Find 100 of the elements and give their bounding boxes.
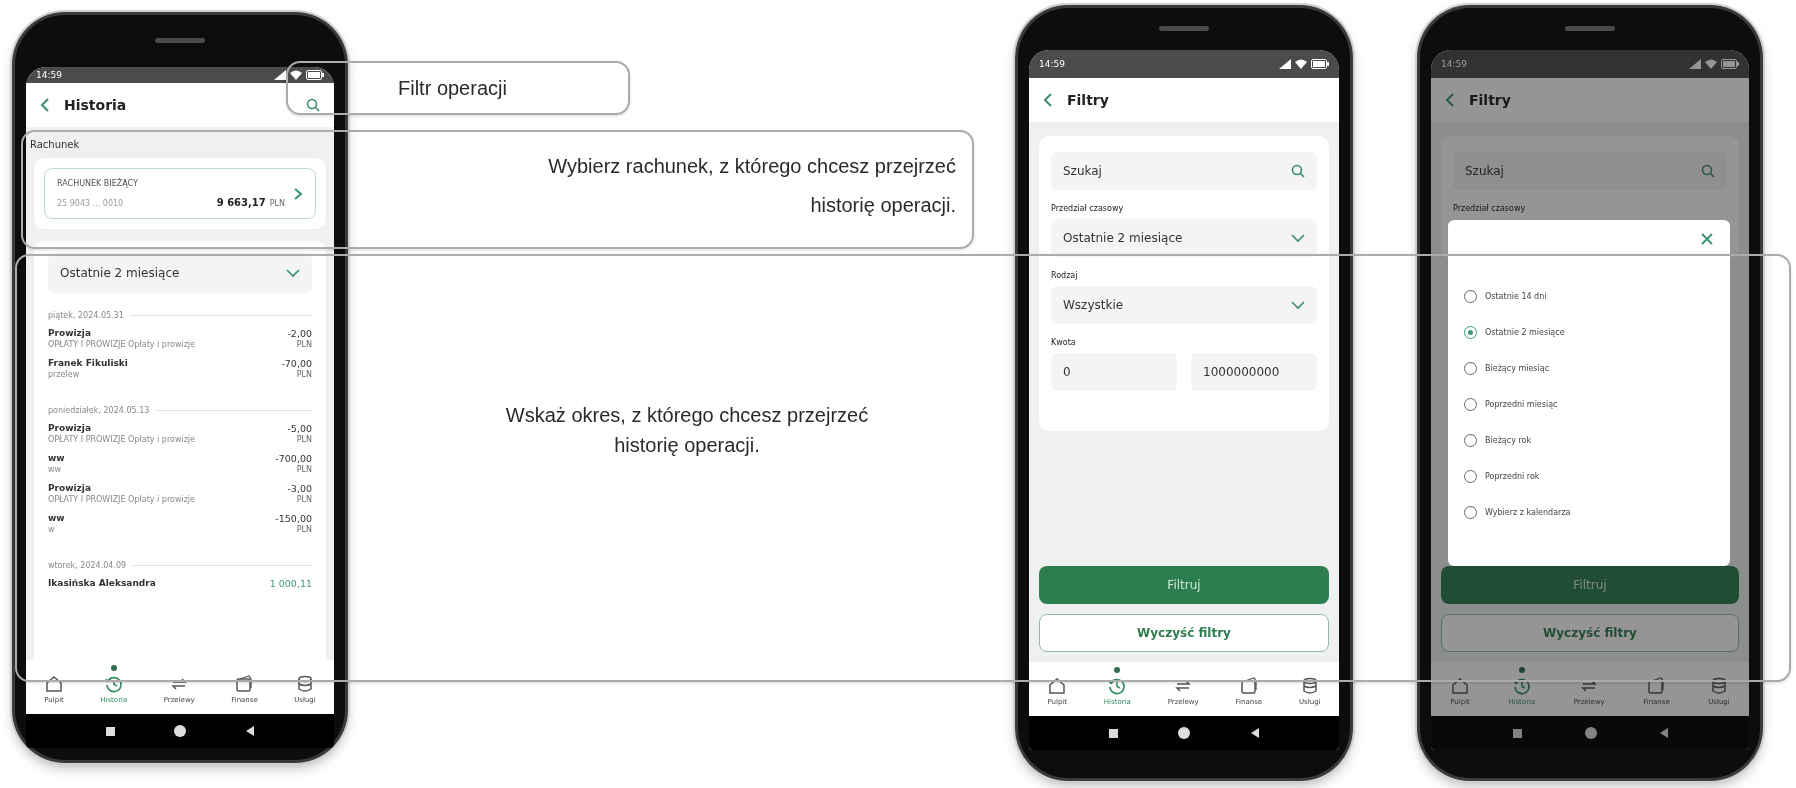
- battery-icon: [1311, 59, 1329, 69]
- section-label: Rachunek: [30, 139, 80, 150]
- field-label: Przedział czasowy: [1051, 204, 1125, 213]
- account-card[interactable]: RACHUNEK BIEŻĄCY 25 9043 ... 0010 9 663,17 PLN: [44, 168, 316, 219]
- account-name: RACHUNEK BIEŻĄCY: [57, 179, 139, 188]
- select-field[interactable]: Wszystkie: [1051, 286, 1317, 324]
- radio-option[interactable]: Poprzedni miesiąc: [1464, 398, 1714, 411]
- status-time: 14:59: [1039, 59, 1065, 69]
- currency-label: PLN: [296, 525, 312, 534]
- transaction-amount: -150,00: [275, 513, 312, 524]
- database-icon: [295, 674, 314, 693]
- period-dropdown[interactable]: Ostatnie 2 miesiące: [48, 253, 312, 293]
- radio-option[interactable]: Wybierz z kalendarza: [1464, 506, 1714, 519]
- date-label: wtorek, 2024.04.09: [48, 561, 127, 570]
- chevron-down-icon: [286, 268, 300, 278]
- search-icon[interactable]: [306, 98, 320, 112]
- amount-field[interactable]: 1000000000: [1191, 353, 1317, 391]
- transaction-amount: -70,00: [281, 358, 312, 369]
- home-button-icon[interactable]: [174, 725, 187, 737]
- system-back-icon[interactable]: [1250, 728, 1259, 738]
- search-icon[interactable]: [1701, 164, 1715, 178]
- back-icon[interactable]: [1043, 92, 1053, 108]
- radio-option[interactable]: Bieżący rok: [1464, 434, 1714, 447]
- database-icon: [1709, 676, 1728, 695]
- callout-text: Wskaż okres, z którego chcesz przejrzeć historię operacji.: [504, 403, 870, 458]
- currency-label: PLN: [269, 199, 285, 208]
- filter-button[interactable]: Filtruj: [1039, 566, 1329, 604]
- signal-icon: [1689, 59, 1701, 69]
- transaction-title: ww: [48, 513, 65, 523]
- home-icon: [1048, 676, 1067, 695]
- currency-label: PLN: [296, 370, 312, 379]
- radio-option[interactable]: Ostatnie 14 dni: [1464, 290, 1714, 303]
- close-icon[interactable]: [1700, 232, 1714, 246]
- wallet-icon: [235, 674, 254, 693]
- field-label: Przedział czasowy: [1453, 204, 1527, 213]
- currency-label: PLN: [296, 340, 312, 349]
- system-back-icon[interactable]: [246, 726, 255, 736]
- recent-apps-icon[interactable]: [1109, 728, 1119, 738]
- signal-icon: [274, 70, 286, 80]
- search-field[interactable]: Szukaj: [1453, 152, 1727, 190]
- transaction-category: OPŁATY I PROWIZJE Opłaty i prowizje: [48, 435, 195, 444]
- speaker-grille: [155, 38, 205, 43]
- currency-label: PLN: [296, 495, 312, 504]
- clear-button[interactable]: Wyczyść filtry: [1039, 614, 1329, 652]
- transaction-title: Prowizja: [48, 423, 92, 433]
- date-label: piątek, 2024.05.31: [48, 311, 124, 320]
- back-icon[interactable]: [1445, 92, 1455, 108]
- screen-title: Filtry: [1067, 92, 1110, 108]
- transaction-amount: -5,00: [287, 423, 312, 434]
- transaction-title: Prowizja: [48, 483, 92, 493]
- chevron-right-icon: [293, 186, 303, 201]
- account-balance: 9 663,17: [216, 197, 266, 208]
- wifi-icon: [1705, 59, 1717, 69]
- transaction-category: przelew: [48, 370, 81, 379]
- wifi-icon: [290, 70, 302, 80]
- transaction-title: Franek Fikuliski: [48, 358, 128, 368]
- back-icon[interactable]: [40, 97, 50, 113]
- clock-icon: [1512, 676, 1531, 695]
- search-field[interactable]: Szukaj: [1051, 152, 1317, 190]
- select-field[interactable]: Ostatnie 2 miesiące: [1051, 219, 1317, 257]
- status-time: 14:59: [36, 70, 62, 80]
- home-icon: [1451, 676, 1469, 695]
- wifi-icon: [1295, 59, 1307, 69]
- currency-label: PLN: [296, 435, 312, 444]
- currency-label: PLN: [296, 465, 312, 474]
- transaction-title: ww: [48, 453, 65, 463]
- search-icon[interactable]: [1291, 164, 1305, 178]
- radio-option[interactable]: Ostatnie 2 miesiące: [1464, 326, 1714, 339]
- clock-icon: [104, 674, 123, 693]
- status-time: 14:59: [1441, 59, 1467, 69]
- field-label: Rodzaj: [1051, 271, 1079, 280]
- radio-option[interactable]: Poprzedni rok: [1464, 470, 1714, 483]
- transaction-title: Prowizja: [48, 328, 92, 338]
- wallet-icon: [1647, 676, 1666, 695]
- transaction-category: w: [48, 525, 56, 534]
- home-button-icon[interactable]: [1178, 727, 1191, 739]
- callout-text: Filtr operacji: [398, 76, 508, 101]
- signal-icon: [1279, 59, 1291, 69]
- transaction-amount: 1 000,11: [269, 578, 312, 589]
- database-icon: [1300, 676, 1319, 695]
- transaction-amount: -3,00: [287, 483, 312, 494]
- wallet-icon: [1239, 676, 1258, 695]
- transaction-amount: -700,00: [275, 453, 312, 464]
- transaction-title: Ikasińska Aleksandra: [48, 578, 156, 588]
- radio-option[interactable]: Bieżący miesiąc: [1464, 362, 1714, 375]
- battery-icon: [1721, 59, 1739, 69]
- clock-icon: [1108, 676, 1127, 695]
- speaker-grille: [1159, 26, 1209, 31]
- recent-apps-icon[interactable]: [105, 726, 115, 736]
- chevron-down-icon: [1291, 233, 1305, 243]
- home-icon: [45, 674, 63, 693]
- speaker-grille: [1565, 26, 1615, 31]
- battery-icon: [306, 70, 324, 80]
- chevron-down-icon: [1291, 300, 1305, 310]
- field-label: Kwota: [1051, 338, 1077, 347]
- amount-field[interactable]: 0: [1051, 353, 1177, 391]
- screen-title: Filtry: [1469, 92, 1512, 108]
- transaction-category: OPŁATY I PROWIZJE Opłaty i prowizje: [48, 340, 195, 349]
- screen-title: Historia: [64, 97, 128, 113]
- account-number: 25 9043 ... 0010: [57, 199, 125, 208]
